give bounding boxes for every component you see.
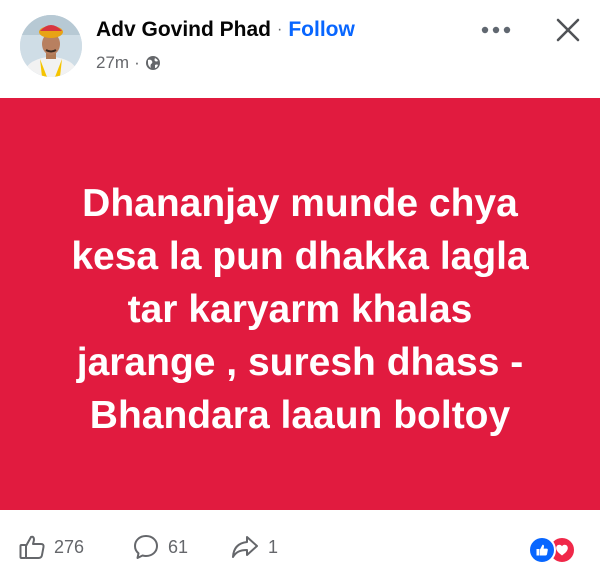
post-text-line: tar karyarm khalas <box>127 287 473 331</box>
share-button[interactable]: 1 <box>230 532 278 562</box>
meta-separator: · <box>134 53 140 72</box>
separator-dot: · <box>277 21 283 38</box>
like-count: 276 <box>54 536 85 557</box>
globe-icon <box>145 56 160 70</box>
like-reaction-icon <box>528 536 556 564</box>
like-button[interactable]: 276 <box>18 532 84 562</box>
post-footer: 276 61 1 <box>0 516 600 580</box>
post-meta: 27m · <box>96 52 161 74</box>
post-time[interactable]: 27m <box>96 53 129 73</box>
post-text-line: Dhananjay munde chya <box>82 181 518 225</box>
author-name[interactable]: Adv Govind Phad <box>96 18 271 42</box>
comment-button[interactable]: 61 <box>132 532 188 562</box>
comment-icon <box>134 535 158 559</box>
share-icon <box>232 536 258 558</box>
author-avatar[interactable] <box>20 15 82 77</box>
post-text-line: Bhandara laaun boltoy <box>89 393 511 437</box>
post-content[interactable]: Dhananjay munde chya kesa la pun dhakka … <box>0 98 600 510</box>
follow-button[interactable]: Follow <box>288 18 355 42</box>
post-header: Adv Govind Phad · Follow 27m · <box>0 0 600 98</box>
more-options-button[interactable] <box>476 14 516 46</box>
close-button[interactable] <box>548 12 588 48</box>
post-text: Dhananjay munde chya kesa la pun dhakka … <box>71 167 528 442</box>
thumbs-up-icon <box>19 535 45 559</box>
author-row: Adv Govind Phad · Follow <box>96 16 355 44</box>
more-horizontal-icon <box>481 26 511 34</box>
post-text-line: jarange , suresh dhass - <box>76 340 524 384</box>
comment-count: 61 <box>168 536 189 557</box>
reactions-summary[interactable] <box>528 536 584 564</box>
close-icon <box>556 18 580 42</box>
share-count: 1 <box>268 536 279 557</box>
avatar-image <box>20 15 82 77</box>
post-text-line: kesa la pun dhakka lagla <box>71 234 529 278</box>
